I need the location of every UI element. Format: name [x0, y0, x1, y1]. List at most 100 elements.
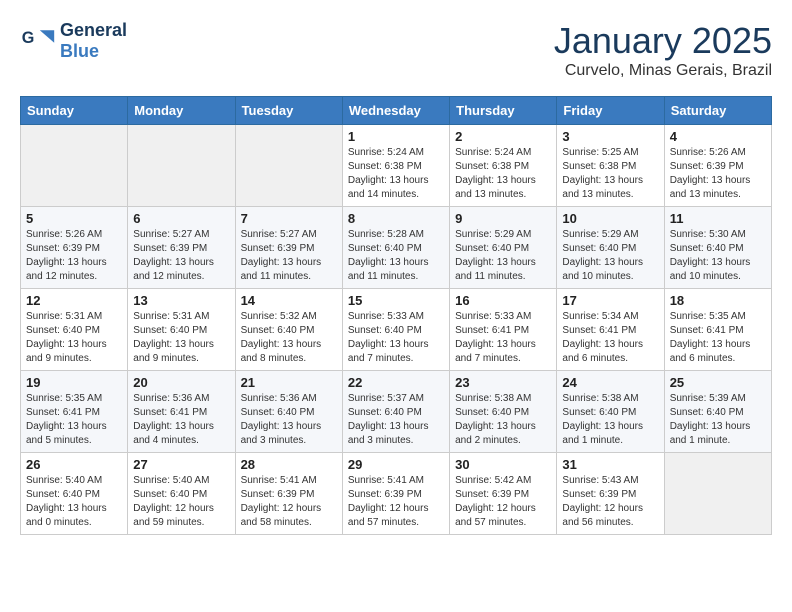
calendar-cell [128, 125, 235, 207]
calendar-cell: 18 Sunrise: 5:35 AM Sunset: 6:41 PM Dayli… [664, 289, 771, 371]
day-info: Sunrise: 5:24 AM Sunset: 6:38 PM Dayligh… [455, 146, 551, 202]
calendar-cell: 27 Sunrise: 5:40 AM Sunset: 6:40 PM Dayli… [128, 453, 235, 535]
weekday-header-wednesday: Wednesday [342, 97, 449, 125]
calendar-cell: 9Sunrise: 5:29 AM Sunset: 6:40 PM Daylig… [450, 207, 557, 289]
day-info: Sunrise: 5:29 AM Sunset: 6:40 PM Dayligh… [562, 228, 658, 284]
calendar-cell: 30 Sunrise: 5:42 AM Sunset: 6:39 PM Dayli… [450, 453, 557, 535]
calendar-week-row: 5 Sunrise: 5:26 AM Sunset: 6:39 PM Daylig… [21, 207, 772, 289]
weekday-header-tuesday: Tuesday [235, 97, 342, 125]
day-number: 11 [670, 211, 766, 226]
calendar-cell: 11 Sunrise: 5:30 AM Sunset: 6:40 PM Dayli… [664, 207, 771, 289]
weekday-header-monday: Monday [128, 97, 235, 125]
calendar-cell: 12 Sunrise: 5:31 AM Sunset: 6:40 PM Dayli… [21, 289, 128, 371]
day-info: Sunrise: 5:36 AM Sunset: 6:41 PM Dayligh… [133, 392, 229, 448]
calendar-cell: 25Sunrise: 5:39 AM Sunset: 6:40 PM Dayli… [664, 371, 771, 453]
day-info: Sunrise: 5:40 AM Sunset: 6:40 PM Dayligh… [133, 474, 229, 530]
day-number: 21 [241, 375, 337, 390]
day-number: 18 [670, 293, 766, 308]
day-info: Sunrise: 5:41 AM Sunset: 6:39 PM Dayligh… [241, 474, 337, 530]
day-info: Sunrise: 5:32 AM Sunset: 6:40 PM Dayligh… [241, 310, 337, 366]
calendar-cell: 22Sunrise: 5:37 AM Sunset: 6:40 PM Dayli… [342, 371, 449, 453]
day-info: Sunrise: 5:38 AM Sunset: 6:40 PM Dayligh… [562, 392, 658, 448]
day-info: Sunrise: 5:26 AM Sunset: 6:39 PM Dayligh… [26, 228, 122, 284]
day-info: Sunrise: 5:31 AM Sunset: 6:40 PM Dayligh… [26, 310, 122, 366]
calendar-table: SundayMondayTuesdayWednesdayThursdayFrid… [20, 96, 772, 535]
calendar-cell: 10 Sunrise: 5:29 AM Sunset: 6:40 PM Dayli… [557, 207, 664, 289]
day-number: 26 [26, 457, 122, 472]
calendar-week-row: 19 Sunrise: 5:35 AM Sunset: 6:41 PM Dayli… [21, 371, 772, 453]
day-number: 5 [26, 211, 122, 226]
weekday-header-saturday: Saturday [664, 97, 771, 125]
calendar-header-row: SundayMondayTuesdayWednesdayThursdayFrid… [21, 97, 772, 125]
day-info: Sunrise: 5:27 AM Sunset: 6:39 PM Dayligh… [133, 228, 229, 284]
day-number: 10 [562, 211, 658, 226]
calendar-week-row: 12 Sunrise: 5:31 AM Sunset: 6:40 PM Dayli… [21, 289, 772, 371]
calendar-cell: 24 Sunrise: 5:38 AM Sunset: 6:40 PM Dayli… [557, 371, 664, 453]
location: Curvelo, Minas Gerais, Brazil [554, 62, 772, 80]
day-info: Sunrise: 5:33 AM Sunset: 6:41 PM Dayligh… [455, 310, 551, 366]
calendar-cell: 15 Sunrise: 5:33 AM Sunset: 6:40 PM Dayli… [342, 289, 449, 371]
day-number: 19 [26, 375, 122, 390]
page-header: G General Blue January 2025 Curvelo, Min… [20, 20, 772, 80]
day-number: 27 [133, 457, 229, 472]
day-number: 14 [241, 293, 337, 308]
day-info: Sunrise: 5:28 AM Sunset: 6:40 PM Dayligh… [348, 228, 444, 284]
day-info: Sunrise: 5:30 AM Sunset: 6:40 PM Dayligh… [670, 228, 766, 284]
calendar-cell: 17Sunrise: 5:34 AM Sunset: 6:41 PM Dayli… [557, 289, 664, 371]
svg-text:G: G [22, 28, 35, 46]
calendar-cell: 6 Sunrise: 5:27 AM Sunset: 6:39 PM Daylig… [128, 207, 235, 289]
calendar-cell: 21 Sunrise: 5:36 AM Sunset: 6:40 PM Dayli… [235, 371, 342, 453]
day-number: 3 [562, 129, 658, 144]
calendar-cell: 29 Sunrise: 5:41 AM Sunset: 6:39 PM Dayli… [342, 453, 449, 535]
calendar-cell: 26 Sunrise: 5:40 AM Sunset: 6:40 PM Dayli… [21, 453, 128, 535]
calendar-cell: 4Sunrise: 5:26 AM Sunset: 6:39 PM Daylig… [664, 125, 771, 207]
calendar-cell: 14 Sunrise: 5:32 AM Sunset: 6:40 PM Dayli… [235, 289, 342, 371]
day-number: 28 [241, 457, 337, 472]
calendar-cell: 13 Sunrise: 5:31 AM Sunset: 6:40 PM Dayli… [128, 289, 235, 371]
calendar-cell: 16 Sunrise: 5:33 AM Sunset: 6:41 PM Dayli… [450, 289, 557, 371]
day-number: 20 [133, 375, 229, 390]
day-number: 8 [348, 211, 444, 226]
day-number: 9 [455, 211, 551, 226]
day-number: 29 [348, 457, 444, 472]
day-number: 23 [455, 375, 551, 390]
month-title: January 2025 [554, 20, 772, 62]
logo-icon: G [20, 23, 56, 59]
day-info: Sunrise: 5:34 AM Sunset: 6:41 PM Dayligh… [562, 310, 658, 366]
day-number: 6 [133, 211, 229, 226]
day-number: 22 [348, 375, 444, 390]
day-info: Sunrise: 5:42 AM Sunset: 6:39 PM Dayligh… [455, 474, 551, 530]
day-number: 15 [348, 293, 444, 308]
day-info: Sunrise: 5:40 AM Sunset: 6:40 PM Dayligh… [26, 474, 122, 530]
logo-line2: Blue [60, 41, 127, 62]
day-info: Sunrise: 5:27 AM Sunset: 6:39 PM Dayligh… [241, 228, 337, 284]
day-info: Sunrise: 5:41 AM Sunset: 6:39 PM Dayligh… [348, 474, 444, 530]
day-info: Sunrise: 5:43 AM Sunset: 6:39 PM Dayligh… [562, 474, 658, 530]
day-number: 25 [670, 375, 766, 390]
calendar-body: 1Sunrise: 5:24 AM Sunset: 6:38 PM Daylig… [21, 125, 772, 535]
day-number: 2 [455, 129, 551, 144]
calendar-cell: 8 Sunrise: 5:28 AM Sunset: 6:40 PM Daylig… [342, 207, 449, 289]
weekday-header-sunday: Sunday [21, 97, 128, 125]
day-number: 30 [455, 457, 551, 472]
calendar-week-row: 26 Sunrise: 5:40 AM Sunset: 6:40 PM Dayli… [21, 453, 772, 535]
day-number: 16 [455, 293, 551, 308]
logo-line1: General [60, 20, 127, 41]
logo: G General Blue [20, 20, 127, 61]
weekday-header-thursday: Thursday [450, 97, 557, 125]
calendar-week-row: 1Sunrise: 5:24 AM Sunset: 6:38 PM Daylig… [21, 125, 772, 207]
calendar-cell: 5 Sunrise: 5:26 AM Sunset: 6:39 PM Daylig… [21, 207, 128, 289]
calendar-cell [21, 125, 128, 207]
day-info: Sunrise: 5:35 AM Sunset: 6:41 PM Dayligh… [670, 310, 766, 366]
day-info: Sunrise: 5:35 AM Sunset: 6:41 PM Dayligh… [26, 392, 122, 448]
calendar-cell: 31Sunrise: 5:43 AM Sunset: 6:39 PM Dayli… [557, 453, 664, 535]
day-number: 24 [562, 375, 658, 390]
day-number: 12 [26, 293, 122, 308]
day-info: Sunrise: 5:31 AM Sunset: 6:40 PM Dayligh… [133, 310, 229, 366]
calendar-cell: 19 Sunrise: 5:35 AM Sunset: 6:41 PM Dayli… [21, 371, 128, 453]
day-number: 13 [133, 293, 229, 308]
day-info: Sunrise: 5:36 AM Sunset: 6:40 PM Dayligh… [241, 392, 337, 448]
calendar-cell [664, 453, 771, 535]
day-info: Sunrise: 5:33 AM Sunset: 6:40 PM Dayligh… [348, 310, 444, 366]
calendar-cell: 28 Sunrise: 5:41 AM Sunset: 6:39 PM Dayli… [235, 453, 342, 535]
